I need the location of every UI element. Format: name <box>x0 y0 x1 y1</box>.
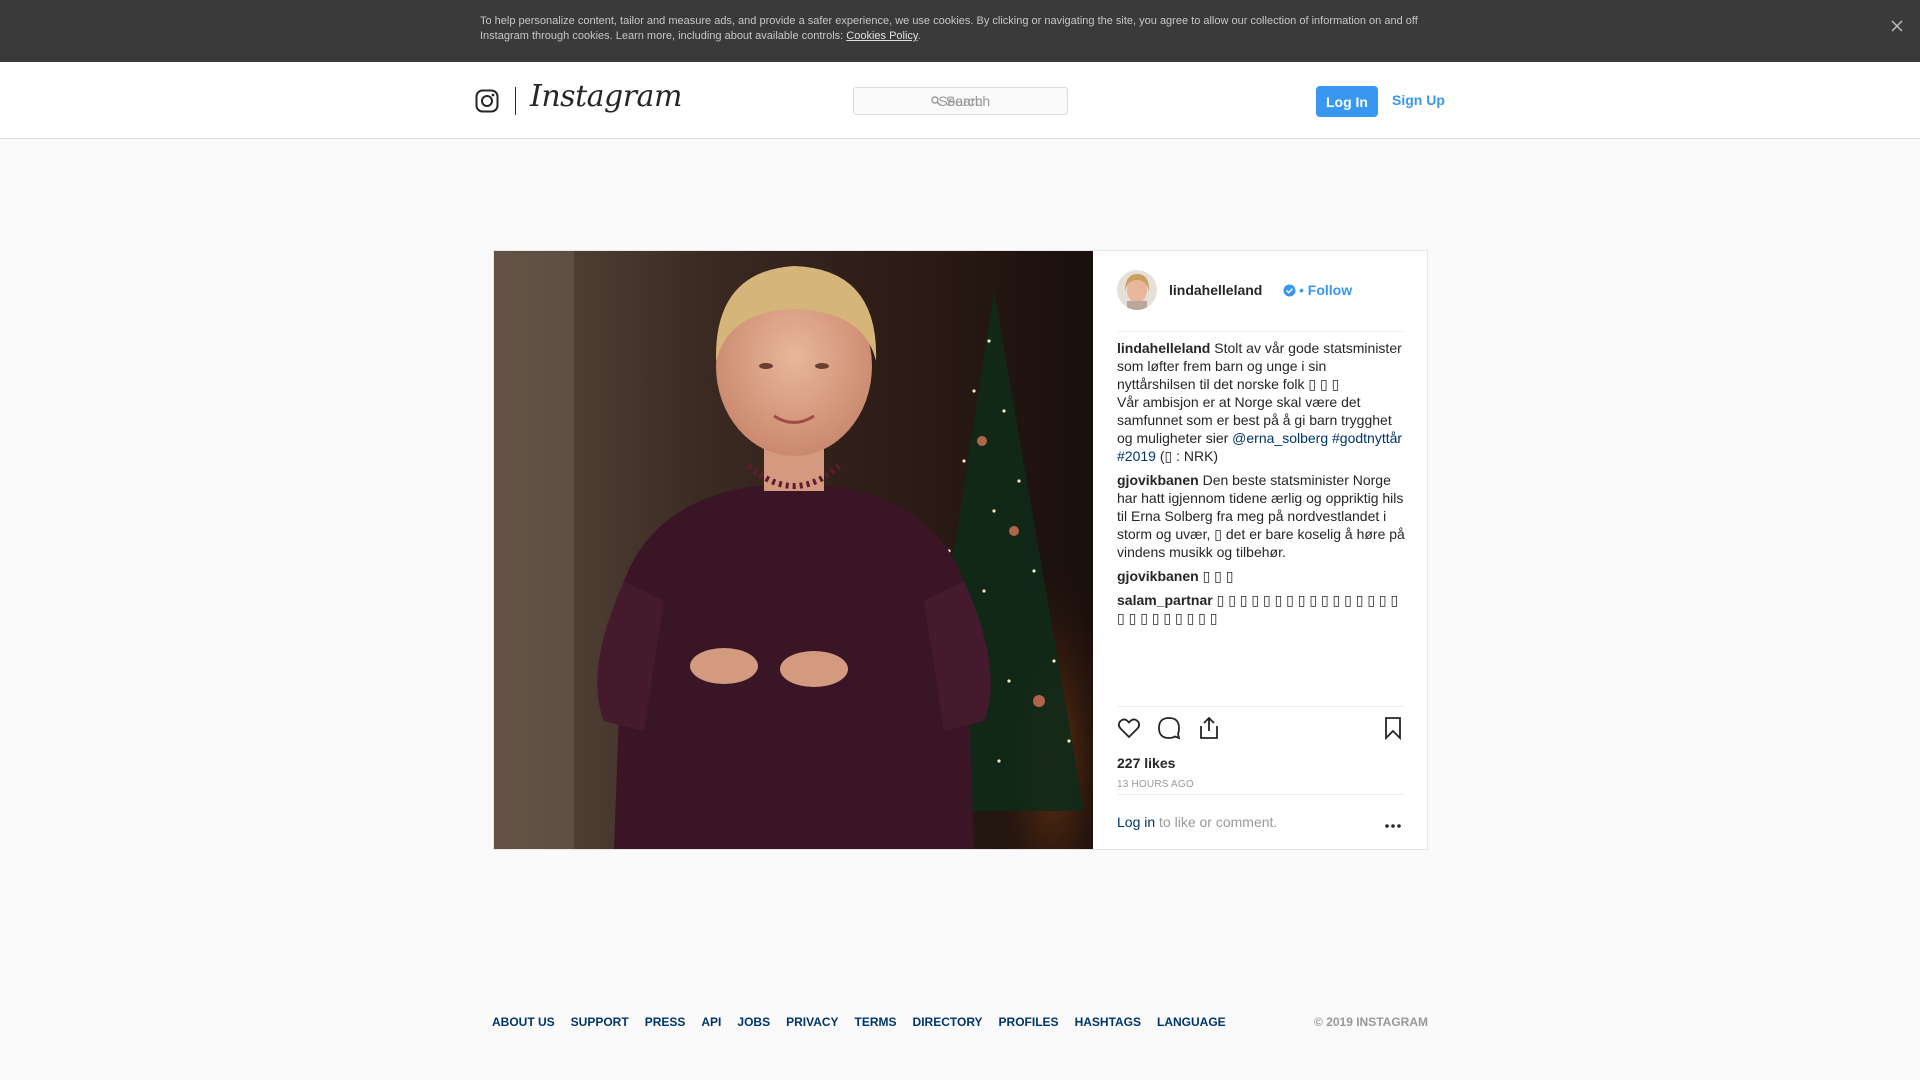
post-actions: 227 likes 13 HOURS AGO <box>1117 706 1404 790</box>
logo-divider <box>515 87 516 115</box>
cookie-message: To help personalize content, tailor and … <box>480 15 1418 42</box>
share-icon[interactable] <box>1197 716 1221 740</box>
comment-username[interactable]: gjovikbanen <box>1117 472 1199 488</box>
comment-item: salam_partnar ▯ ▯ ▯ ▯ ▯ ▯ ▯ ▯ ▯ ▯ ▯ ▯ ▯ … <box>1117 591 1407 627</box>
login-prompt-text: Log in to like or comment. <box>1117 814 1277 830</box>
copyright: © 2019 INSTAGRAM <box>1314 1015 1428 1029</box>
follow-button[interactable]: Follow <box>1308 282 1352 298</box>
log-in-link[interactable]: Log in <box>1117 814 1155 830</box>
footer-link-privacy[interactable]: Privacy <box>786 1014 838 1030</box>
post-card: lindahelleland • Follow lindahelleland S… <box>493 250 1428 850</box>
wordmark-text: Instagram <box>530 79 682 114</box>
footer-nav: About us Support Press API Jobs Privacy … <box>492 1014 1242 1030</box>
footer-link-api[interactable]: API <box>701 1014 721 1030</box>
footer-link-language[interactable]: Language <box>1157 1014 1226 1030</box>
comment-text: ▯ ▯ ▯ <box>1198 568 1234 584</box>
cookie-banner: To help personalize content, tailor and … <box>0 0 1920 62</box>
heart-icon[interactable] <box>1117 716 1141 740</box>
comment-icon[interactable] <box>1157 716 1181 740</box>
comment-username[interactable]: lindahelleland <box>1117 340 1210 356</box>
instagram-glyph-icon[interactable] <box>475 89 499 113</box>
cookies-policy-link[interactable]: Cookies Policy <box>846 30 917 42</box>
cookie-text: To help personalize content, tailor and … <box>480 14 1440 44</box>
top-nav: Instagram Search Log In Sign Up <box>0 62 1920 139</box>
comment-username[interactable]: salam_partnar <box>1117 592 1213 608</box>
comment-username[interactable]: gjovikbanen <box>1117 568 1199 584</box>
comment-item: gjovikbanen Den beste statsminister Norg… <box>1117 471 1407 561</box>
post-photo <box>494 251 1093 849</box>
comment-item: gjovikbanen ▯ ▯ ▯ <box>1117 567 1407 585</box>
avatar[interactable] <box>1117 270 1157 310</box>
bookmark-icon[interactable] <box>1381 716 1405 741</box>
log-in-button[interactable]: Log In <box>1316 86 1378 117</box>
search-input[interactable] <box>854 88 1067 114</box>
footer-link-directory[interactable]: Directory <box>913 1014 983 1030</box>
hashtag-link[interactable]: #2019 <box>1117 448 1156 464</box>
login-prompt: Log in to like or comment. <box>1117 794 1404 849</box>
caption: lindahelleland Stolt av vår gode statsmi… <box>1117 339 1407 465</box>
instagram-wordmark[interactable]: Instagram <box>530 79 682 114</box>
sign-up-link[interactable]: Sign Up <box>1392 89 1445 111</box>
close-icon[interactable] <box>1886 15 1908 37</box>
separator-dot: • <box>1299 282 1304 298</box>
footer-link-hashtags[interactable]: Hashtags <box>1075 1014 1141 1030</box>
footer: About us Support Press API Jobs Privacy … <box>492 1014 1428 1030</box>
post-media[interactable] <box>494 251 1093 849</box>
caption-text-3: (▯ : NRK) <box>1155 448 1219 464</box>
footer-link-press[interactable]: Press <box>645 1014 686 1030</box>
more-options-icon[interactable] <box>1383 818 1403 828</box>
search-box[interactable]: Search <box>853 87 1068 115</box>
follow-area: • Follow <box>1299 281 1352 299</box>
post-username[interactable]: lindahelleland <box>1169 281 1262 299</box>
like-count: 227 likes <box>1117 755 1176 771</box>
footer-link-terms[interactable]: Terms <box>855 1014 897 1030</box>
footer-link-support[interactable]: Support <box>571 1014 629 1030</box>
verified-badge-icon <box>1283 284 1296 297</box>
hashtag-link[interactable]: #godtnyttår <box>1332 430 1402 446</box>
cookie-period: . <box>917 30 921 42</box>
login-prompt-suffix: to like or comment. <box>1155 814 1278 830</box>
mention-link[interactable]: @erna_solberg <box>1232 430 1328 446</box>
footer-link-profiles[interactable]: Profiles <box>999 1014 1059 1030</box>
comments-list: lindahelleland Stolt av vår gode statsmi… <box>1117 339 1407 633</box>
footer-link-jobs[interactable]: Jobs <box>737 1014 770 1030</box>
post-sidebar: lindahelleland • Follow lindahelleland S… <box>1093 251 1427 849</box>
post-header: lindahelleland • Follow <box>1117 270 1404 332</box>
footer-link-about[interactable]: About us <box>492 1014 555 1030</box>
post-timestamp: 13 HOURS AGO <box>1117 779 1194 790</box>
